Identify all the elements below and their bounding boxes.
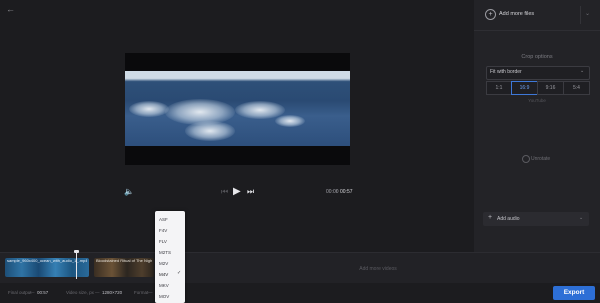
chevron-down-icon[interactable]: ⌄ [585, 10, 590, 17]
clip-label: Bloodstained Ritual of The Night - Revea… [96, 258, 152, 263]
dash: — [95, 290, 100, 295]
format-label: Format [134, 290, 149, 295]
chevron-down-icon: ⌄ [580, 68, 585, 74]
time-total: 00:57 [340, 189, 353, 195]
play-button[interactable]: ▶ [233, 186, 243, 197]
add-audio-label: Add audio [497, 216, 520, 222]
checkmark-icon: ✓ [177, 270, 182, 276]
chevron-down-icon[interactable]: ⌄ [579, 215, 583, 221]
volume-icon[interactable]: 🔈 [124, 187, 134, 197]
video-frame-image [125, 71, 350, 146]
export-button[interactable]: Export [553, 286, 595, 300]
crop-options-title: Crop options [521, 54, 553, 60]
plus-icon: + [488, 214, 493, 221]
previous-icon[interactable]: ⏮ [221, 187, 231, 197]
plus-circle-icon: + [485, 9, 496, 20]
video-preview [125, 53, 350, 165]
crop-mode-value: Fit with border [490, 69, 522, 75]
dash: — [148, 290, 153, 295]
format-option[interactable]: M2TS [159, 248, 183, 258]
back-arrow-icon[interactable]: ← [6, 4, 18, 14]
ratio-16-9[interactable]: 16:9 [511, 81, 538, 95]
add-files-label: Add more files [499, 11, 535, 17]
playhead[interactable] [76, 251, 77, 279]
format-option[interactable]: ASF [159, 215, 183, 225]
ratio-9-16[interactable]: 9:16 [537, 81, 564, 95]
clip-label: sample_960x400_ocean_with_audio_1_.mp4 [7, 258, 87, 263]
unrotate-label[interactable]: Unrotate [531, 156, 550, 162]
dash: — [30, 290, 35, 295]
format-option[interactable]: F4V [159, 226, 183, 236]
final-output-label: Final output [8, 290, 32, 295]
ratio-1-1[interactable]: 1:1 [486, 81, 512, 95]
next-icon[interactable]: ⏭ [247, 187, 257, 197]
format-option[interactable]: FLV [159, 237, 183, 247]
divider [580, 6, 581, 24]
final-output-value: 00:57 [37, 290, 49, 295]
ratio-hint: YouTube [528, 98, 546, 103]
format-option[interactable]: M2V [159, 259, 183, 269]
rotate-icon[interactable] [522, 155, 530, 163]
playhead-handle[interactable] [74, 250, 79, 253]
ratio-5-4[interactable]: 5:4 [563, 81, 590, 95]
add-more-videos-button[interactable]: Add more videos [188, 266, 568, 272]
format-option[interactable]: MOV [159, 292, 183, 302]
time-separator: / [336, 189, 338, 195]
format-option[interactable]: MKV [159, 281, 183, 291]
video-size-label: Video size, px [66, 290, 94, 295]
video-size-value: 1280×720 [102, 290, 123, 295]
